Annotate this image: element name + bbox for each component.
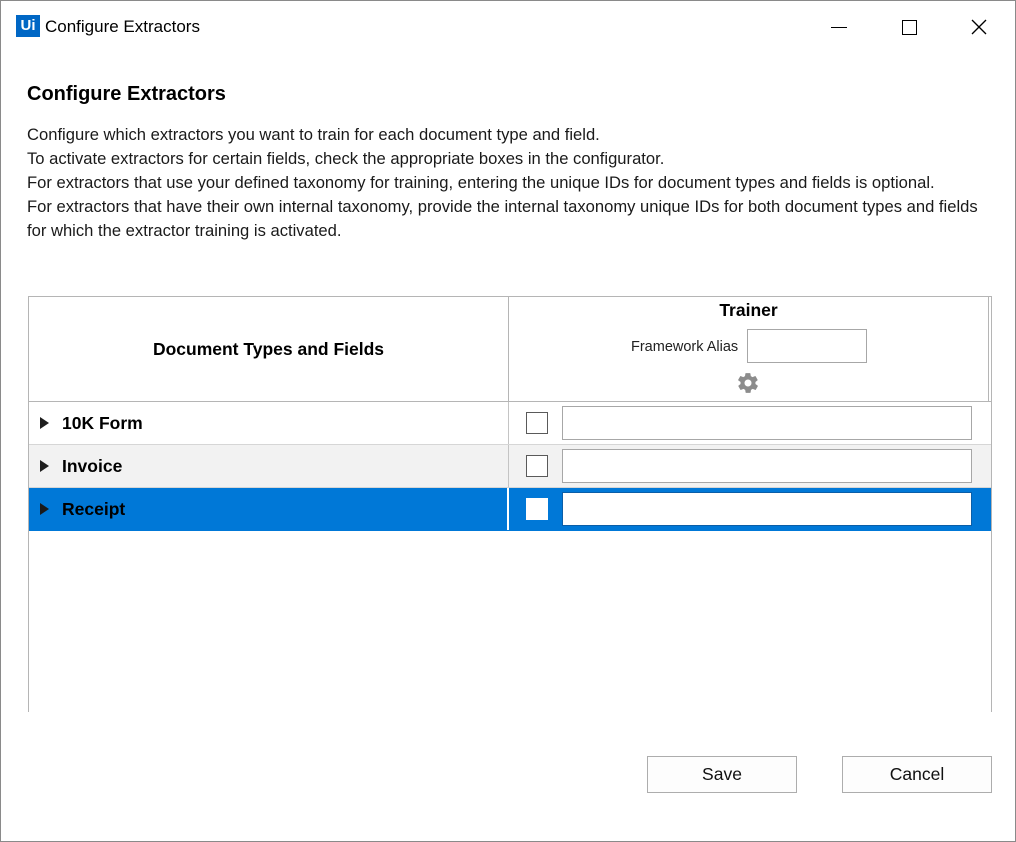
document-type-label: Invoice [62, 456, 123, 476]
framework-alias-input[interactable] [747, 329, 867, 363]
maximize-icon [901, 19, 917, 35]
grid-header: Document Types and Fields Trainer Framew… [29, 297, 991, 402]
table-row[interactable]: 10K Form [29, 402, 991, 445]
expand-arrow-icon[interactable] [40, 417, 49, 429]
expand-arrow-icon[interactable] [40, 503, 49, 515]
trainer-cell [510, 402, 991, 444]
unique-id-input[interactable] [562, 406, 972, 440]
document-type-label: Receipt [62, 499, 126, 519]
gear-icon[interactable] [736, 371, 760, 395]
table-row[interactable]: Invoice [29, 445, 991, 488]
document-type-label: 10K Form [62, 413, 143, 433]
expand-arrow-icon[interactable] [40, 460, 49, 472]
uipath-logo-icon: Ui [16, 15, 40, 37]
unique-id-input[interactable] [562, 449, 972, 483]
document-type-cell: 10K Form [29, 402, 509, 444]
description-line: For extractors that have their own inter… [27, 197, 978, 240]
trainer-cell [510, 445, 991, 487]
extractor-configurator-grid: Document Types and Fields Trainer Framew… [28, 296, 992, 712]
table-row-selected[interactable]: Receipt [29, 488, 991, 531]
trainer-checkbox[interactable] [526, 498, 548, 520]
trainer-cell [510, 488, 991, 530]
close-icon [971, 19, 987, 35]
title-bar[interactable]: Ui Configure Extractors [1, 1, 1015, 53]
window-title: Configure Extractors [45, 17, 200, 36]
framework-alias-label: Framework Alias [631, 339, 739, 355]
unique-id-input[interactable] [562, 492, 972, 526]
save-button[interactable]: Save [647, 756, 797, 793]
description-line: Configure which extractors you want to t… [27, 125, 600, 144]
configure-extractors-window: Ui Configure Extractors Configure Extrac… [0, 0, 1016, 842]
minimize-button[interactable] [819, 11, 859, 43]
description-line: For extractors that use your defined tax… [27, 173, 935, 192]
dialog-heading: Configure Extractors [27, 83, 226, 105]
description-line: To activate extractors for certain field… [27, 149, 665, 168]
trainer-checkbox[interactable] [526, 455, 548, 477]
maximize-button[interactable] [889, 11, 929, 43]
column-header-trainer: Trainer Framework Alias [509, 297, 989, 401]
cancel-button[interactable]: Cancel [842, 756, 992, 793]
trainer-checkbox[interactable] [526, 412, 548, 434]
description-text: Configure which extractors you want to t… [27, 123, 997, 243]
document-type-cell: Invoice [29, 445, 509, 487]
document-type-cell: Receipt [29, 488, 509, 530]
trainer-title: Trainer [719, 300, 778, 320]
minimize-icon [831, 26, 847, 28]
column-header-document-types: Document Types and Fields [29, 297, 509, 401]
close-button[interactable] [959, 11, 999, 43]
